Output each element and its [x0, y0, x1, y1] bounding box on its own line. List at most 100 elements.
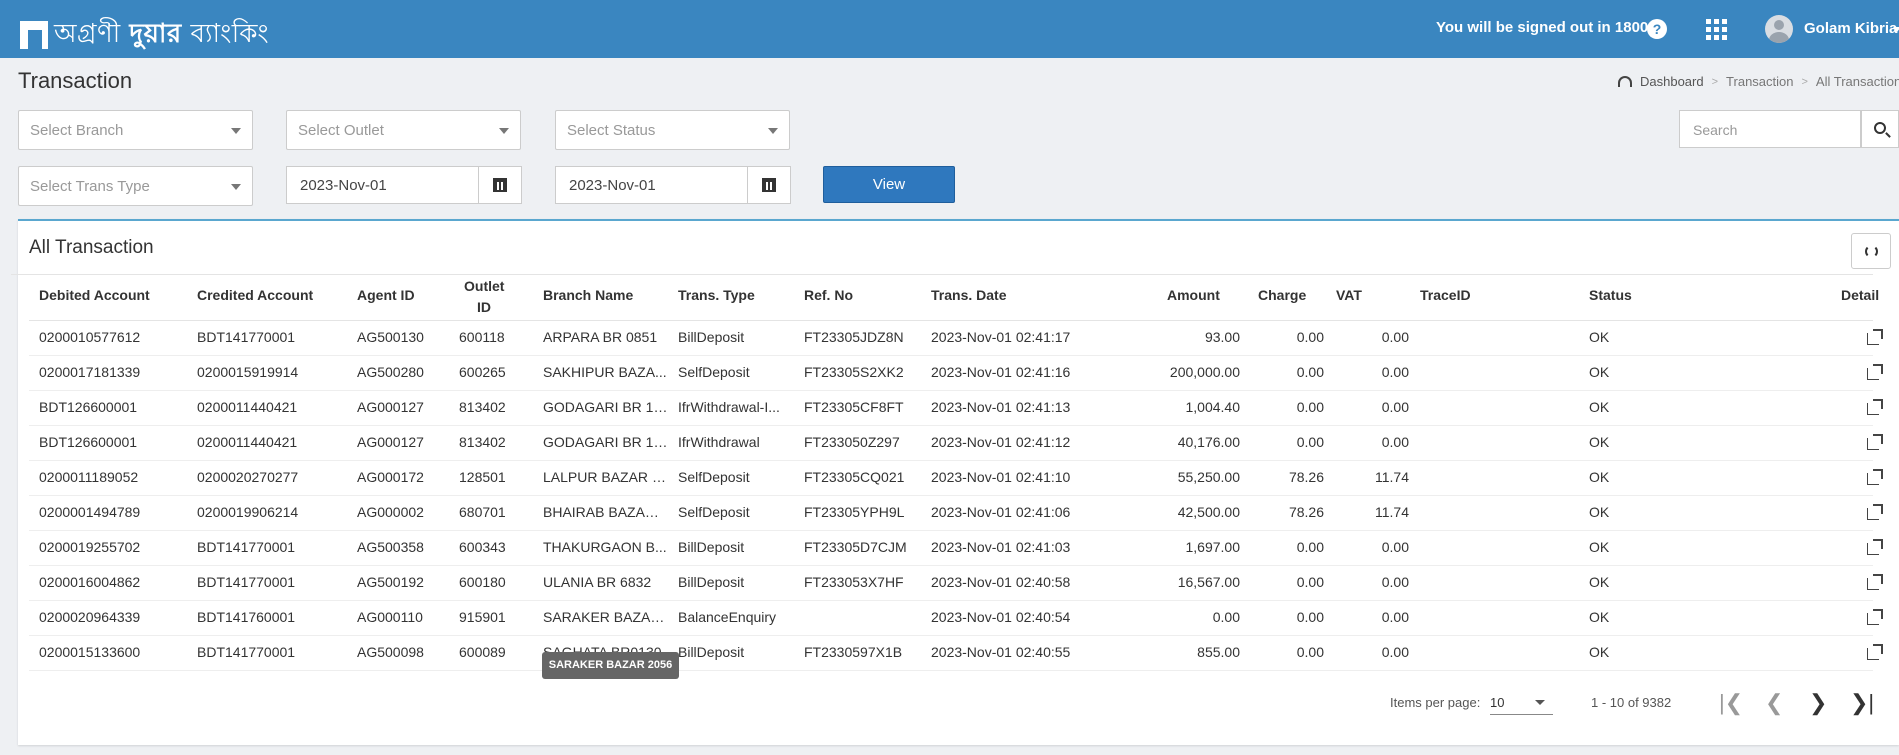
refresh-button[interactable] — [1851, 233, 1891, 269]
cell-outlet-id: 813402 — [459, 399, 506, 415]
first-page-icon[interactable]: |❮ — [1719, 692, 1743, 714]
dashboard-icon — [1618, 76, 1632, 87]
breadcrumb-transaction[interactable]: Transaction — [1726, 74, 1793, 89]
items-per-page-select[interactable]: 10 — [1490, 691, 1553, 715]
cell-status: OK — [1589, 644, 1610, 660]
cell-amount: 55,250.00 — [1177, 469, 1240, 485]
external-link-icon[interactable] — [1867, 364, 1883, 380]
cell-branch-name: GODAGARI BR 1552 — [543, 399, 668, 415]
col-outlet-id-line1[interactable]: Outlet — [464, 278, 504, 294]
col-amount[interactable]: Amount — [1167, 287, 1220, 303]
cell-branch-name: BHAIRAB BAZAR ... — [543, 504, 668, 520]
to-date-input[interactable]: 2023-Nov-01 — [555, 166, 748, 204]
row-divider — [29, 425, 1873, 426]
user-name[interactable]: Golam Kibria — [1804, 20, 1897, 37]
col-agent-id[interactable]: Agent ID — [357, 287, 415, 303]
cell-status: OK — [1589, 399, 1610, 415]
cell-vat: 0.00 — [1381, 399, 1409, 415]
row-divider — [29, 635, 1873, 636]
cell-trans-type: BillDeposit — [678, 539, 745, 555]
col-debited-account[interactable]: Debited Account — [39, 287, 150, 303]
cell-outlet-id: 813402 — [459, 434, 506, 450]
external-link-icon[interactable] — [1867, 399, 1883, 415]
col-vat[interactable]: VAT — [1336, 287, 1362, 303]
col-detail[interactable]: Detail — [1841, 287, 1879, 303]
cell-outlet-id: 128501 — [459, 469, 506, 485]
external-link-icon[interactable] — [1867, 574, 1883, 590]
col-trace-id[interactable]: TraceID — [1420, 287, 1471, 303]
chevron-down-icon — [499, 128, 509, 134]
col-charge[interactable]: Charge — [1258, 287, 1306, 303]
previous-page-icon[interactable]: ❮ — [1765, 692, 1783, 714]
help-icon[interactable]: ? — [1647, 19, 1667, 39]
cell-ref-no: FT23305CQ021 — [804, 469, 905, 485]
cell-status: OK — [1589, 539, 1610, 555]
cell-trans-date: 2023-Nov-01 02:41:17 — [931, 329, 1071, 345]
brand-logo[interactable]: অগ্রণী দুয়ার ব্যাংকিং — [20, 13, 269, 57]
avatar[interactable] — [1765, 15, 1793, 43]
cell-charge: 0.00 — [1296, 609, 1324, 625]
chevron-down-icon[interactable] — [1893, 27, 1899, 32]
breadcrumb-separator: > — [1711, 75, 1719, 88]
trans-type-select[interactable]: Select Trans Type — [18, 166, 253, 206]
cell-trans-date: 2023-Nov-01 02:41:06 — [931, 504, 1071, 520]
cell-outlet-id: 600118 — [459, 329, 505, 345]
table-top-border — [11, 274, 1873, 275]
chevron-down-icon — [1535, 700, 1545, 705]
view-button[interactable]: View — [823, 166, 955, 203]
col-branch-name[interactable]: Branch Name — [543, 287, 633, 303]
external-link-icon[interactable] — [1867, 539, 1883, 555]
cell-trans-type: BillDeposit — [678, 574, 745, 590]
apps-grid-icon[interactable] — [1706, 19, 1727, 40]
external-link-icon[interactable] — [1867, 504, 1883, 520]
external-link-icon[interactable] — [1867, 329, 1883, 345]
chevron-down-icon — [231, 128, 241, 134]
breadcrumb-dashboard[interactable]: Dashboard — [1640, 74, 1704, 89]
cell-credited-account: BDT141770001 — [197, 644, 296, 660]
row-divider — [29, 460, 1873, 461]
logo-mark-icon — [20, 21, 48, 49]
cell-status: OK — [1589, 434, 1610, 450]
col-ref-no[interactable]: Ref. No — [804, 287, 853, 303]
status-select[interactable]: Select Status — [555, 110, 790, 150]
cell-trans-type: SelfDeposit — [678, 504, 750, 520]
cell-branch-name: LALPUR BAZAR B... — [543, 469, 668, 485]
branch-select[interactable]: Select Branch — [18, 110, 253, 150]
breadcrumb: Dashboard > Transaction > All Transactio… — [1618, 74, 1899, 89]
cell-debited-account: 0200001494789 — [39, 504, 141, 520]
top-bar: অগ্রণী দুয়ার ব্যাংকিং You will be signe… — [0, 0, 1899, 58]
from-date-input[interactable]: 2023-Nov-01 — [286, 166, 479, 204]
breadcrumb-current: All Transactions — [1815, 74, 1899, 89]
cell-debited-account: 0200020964339 — [39, 609, 141, 625]
search-icon — [1874, 122, 1886, 134]
col-trans-type[interactable]: Trans. Type — [678, 287, 755, 303]
search-input[interactable]: Search — [1679, 110, 1861, 148]
cell-debited-account: 0200016004862 — [39, 574, 141, 590]
last-page-icon[interactable]: ❯| — [1850, 692, 1874, 714]
cell-status: OK — [1589, 329, 1610, 345]
outlet-select[interactable]: Select Outlet — [286, 110, 521, 150]
cell-credited-account: 0200011440421 — [197, 399, 298, 415]
cell-ref-no: FT23305S2XK2 — [804, 364, 904, 380]
col-status[interactable]: Status — [1589, 287, 1632, 303]
cell-status: OK — [1589, 609, 1610, 625]
col-credited-account[interactable]: Credited Account — [197, 287, 313, 303]
cell-trans-date: 2023-Nov-01 02:41:12 — [931, 434, 1071, 450]
search-button[interactable] — [1861, 110, 1899, 148]
trans-type-select-placeholder: Select Trans Type — [30, 178, 150, 195]
external-link-icon[interactable] — [1867, 434, 1883, 450]
from-date-calendar-button[interactable] — [479, 166, 522, 204]
external-link-icon[interactable] — [1867, 609, 1883, 625]
col-outlet-id-line2[interactable]: ID — [477, 299, 491, 315]
cell-amount: 1,004.40 — [1185, 399, 1241, 415]
external-link-icon[interactable] — [1867, 469, 1883, 485]
to-date-calendar-button[interactable] — [748, 166, 791, 204]
external-link-icon[interactable] — [1867, 644, 1883, 660]
col-trans-date[interactable]: Trans. Date — [931, 287, 1006, 303]
card-title: All Transaction — [29, 237, 154, 258]
cell-trans-type: IfrWithdrawal — [678, 434, 760, 450]
cell-outlet-id: 600089 — [459, 644, 506, 660]
cell-trans-type: IfrWithdrawal-I... — [678, 399, 780, 415]
next-page-icon[interactable]: ❯ — [1809, 692, 1827, 714]
cell-branch-name: THAKURGAON B... — [543, 539, 667, 555]
